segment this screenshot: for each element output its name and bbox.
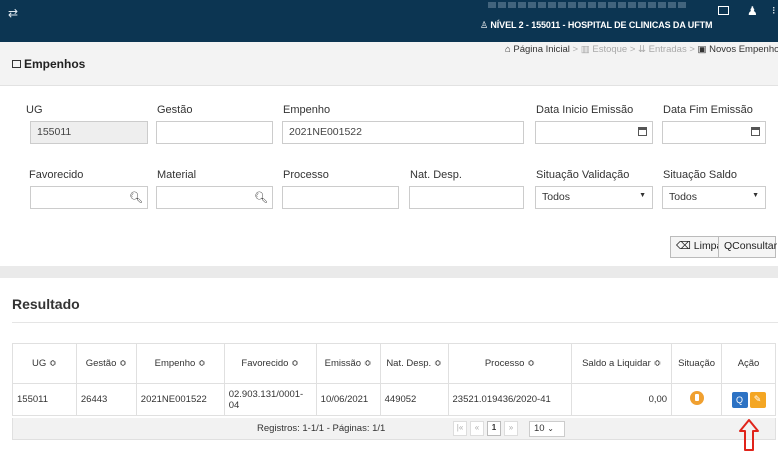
ug-label: UG — [26, 104, 43, 116]
unit-label: ♙ NÍVEL 2 - 155011 - HOSPITAL DE CLINICA… — [480, 20, 713, 30]
breadcrumb: ⌂ Página Inicial > ▥ Estoque > ⇊ Entrada… — [505, 44, 778, 55]
col-nat-desp[interactable]: Nat. Desp. ≎ — [379, 343, 449, 384]
user-name-text — [488, 2, 688, 8]
search-icon[interactable]: 🔍︎ — [125, 187, 147, 208]
prev-page-button[interactable]: « — [470, 421, 484, 436]
data-inicio-label: Data Inicio Emissão — [536, 104, 634, 116]
data-fim-field[interactable] — [662, 121, 766, 144]
page-1-button[interactable]: 1 — [487, 421, 501, 436]
unit-user-icon: ♙ — [480, 20, 491, 30]
cell-favorecido: 02.903.131/0001-04 — [223, 383, 317, 416]
results-table: UG ≎ Gestão ≎ Empenho ≎ Favorecido ≎ Emi… — [12, 343, 776, 416]
results-divider — [12, 322, 778, 323]
user-icon[interactable]: ♟ — [747, 4, 758, 18]
data-fim-label: Data Fim Emissão — [663, 104, 753, 116]
situacao-saldo-select[interactable]: Todos ▼ — [662, 186, 766, 209]
section-divider — [0, 266, 778, 278]
cell-situacao — [671, 383, 723, 416]
processo-label: Processo — [283, 169, 329, 181]
col-situacao: Situação — [671, 343, 723, 384]
favorecido-field[interactable]: 🔍︎ — [30, 186, 148, 209]
breadcrumb-current: ▣ Novos Empenhos — [697, 44, 778, 55]
page-size-select[interactable]: 10 ⌄ — [529, 421, 565, 437]
processo-field[interactable] — [282, 186, 399, 209]
breadcrumb-home[interactable]: Página Inicial — [513, 44, 570, 55]
table-header-row: UG ≎ Gestão ≎ Empenho ≎ Favorecido ≎ Emi… — [12, 343, 776, 384]
ug-field[interactable]: 155011 — [30, 121, 148, 144]
material-label: Material — [157, 169, 197, 181]
breadcrumb-estoque[interactable]: Estoque — [592, 44, 627, 55]
situacao-validacao-select[interactable]: Todos ▼ — [535, 186, 653, 209]
gestao-field[interactable] — [156, 121, 273, 144]
menu-toggle-icon[interactable]: ⇄ — [8, 6, 18, 20]
col-ug[interactable]: UG ≎ — [12, 343, 77, 384]
search-icon[interactable]: 🔍︎ — [250, 187, 272, 208]
calendar-icon[interactable] — [638, 127, 647, 136]
col-gestao[interactable]: Gestão ≎ — [75, 343, 137, 384]
cell-gestao: 26443 — [75, 383, 137, 416]
gestao-label: Gestão — [157, 104, 193, 116]
cell-nat-desp: 449052 — [379, 383, 449, 416]
view-button[interactable]: Q — [731, 391, 748, 408]
nat-desp-field[interactable] — [409, 186, 524, 209]
annotation-arrow-icon — [739, 419, 759, 451]
list-icon — [12, 60, 21, 68]
calendar-icon[interactable] — [751, 127, 760, 136]
empenho-label: Empenho — [283, 104, 331, 116]
table-row: 155011 26443 2021NE001522 02.903.131/000… — [12, 383, 776, 416]
breadcrumb-entradas[interactable]: Entradas — [649, 44, 687, 55]
cell-processo: 23521.019436/2020-41 — [447, 383, 573, 416]
cell-acao: Q ✎ — [721, 383, 776, 416]
records-info: Registros: 1-1/1 - Páginas: 1/1 — [257, 423, 386, 434]
filter-panel: UG 155011 Gestão Empenho 2021NE001522 Da… — [12, 96, 778, 260]
results-title: Resultado — [12, 296, 80, 312]
situacao-validacao-label: Situação Validação — [536, 169, 630, 181]
col-favorecido[interactable]: Favorecido ≎ — [223, 343, 317, 384]
col-processo[interactable]: Processo ≎ — [447, 343, 573, 384]
situacao-saldo-label: Situação Saldo — [663, 169, 737, 181]
favorecido-label: Favorecido — [29, 169, 84, 181]
consultar-button[interactable]: QConsultar — [718, 236, 777, 258]
page-title: Empenhos — [12, 57, 85, 71]
col-saldo[interactable]: Saldo a Liquidar ≎ — [571, 343, 673, 384]
data-inicio-field[interactable] — [535, 121, 653, 144]
cell-saldo: 0,00 — [571, 383, 673, 416]
caret-down-icon: ⌄ — [547, 424, 554, 433]
search-icon: Q — [724, 240, 733, 252]
col-emissao[interactable]: Emissão ≎ — [315, 343, 381, 384]
first-page-button[interactable]: |« — [453, 421, 467, 436]
cell-ug: 155011 — [12, 383, 77, 416]
messages-icon[interactable] — [718, 6, 729, 15]
col-acao: Ação — [721, 343, 776, 384]
col-empenho[interactable]: Empenho ≎ — [135, 343, 225, 384]
top-navbar: ⇄ ♙ NÍVEL 2 - 155011 - HOSPITAL DE CLINI… — [0, 0, 778, 42]
cell-empenho: 2021NE001522 — [135, 383, 225, 416]
eraser-icon: ⌫ — [676, 240, 694, 252]
empenho-field[interactable]: 2021NE001522 — [282, 121, 524, 144]
caret-down-icon: ▼ — [639, 192, 646, 199]
nat-desp-label: Nat. Desp. — [410, 169, 462, 181]
search-icon: Q — [736, 394, 744, 405]
menu-more-icon[interactable]: ⁝ — [772, 4, 776, 17]
cell-emissao: 10/06/2021 — [315, 383, 381, 416]
pencil-icon: ✎ — [753, 394, 762, 404]
status-icon[interactable] — [689, 391, 704, 405]
caret-down-icon: ▼ — [752, 192, 759, 199]
pagination-bar: Registros: 1-1/1 - Páginas: 1/1 |« « 1 »… — [12, 418, 776, 440]
next-page-button[interactable]: » — [504, 421, 518, 436]
material-field[interactable]: 🔍︎ — [156, 186, 273, 209]
edit-button[interactable]: ✎ — [749, 391, 766, 408]
